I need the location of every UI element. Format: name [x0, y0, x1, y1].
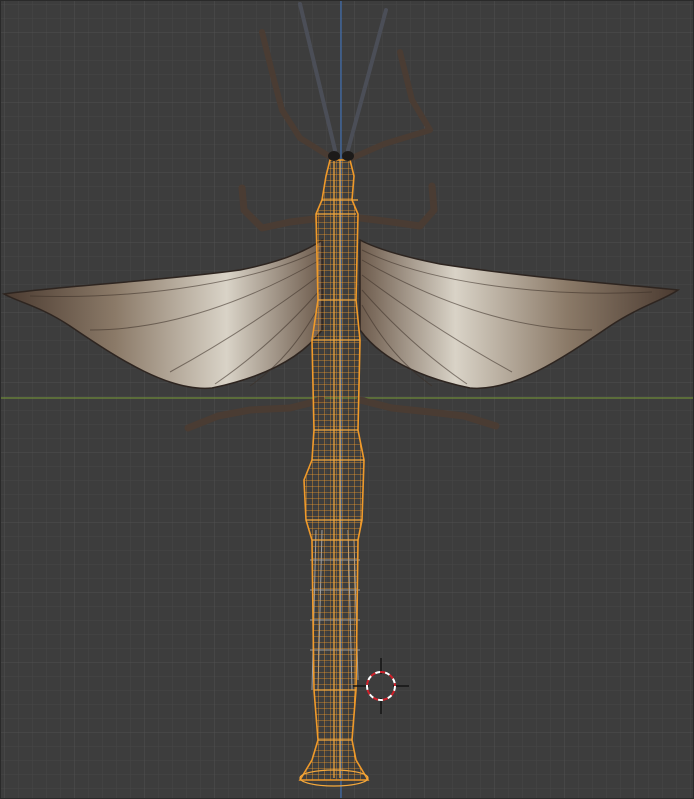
viewport-canvas[interactable] — [0, 0, 694, 799]
3d-viewport[interactable] — [0, 0, 694, 799]
